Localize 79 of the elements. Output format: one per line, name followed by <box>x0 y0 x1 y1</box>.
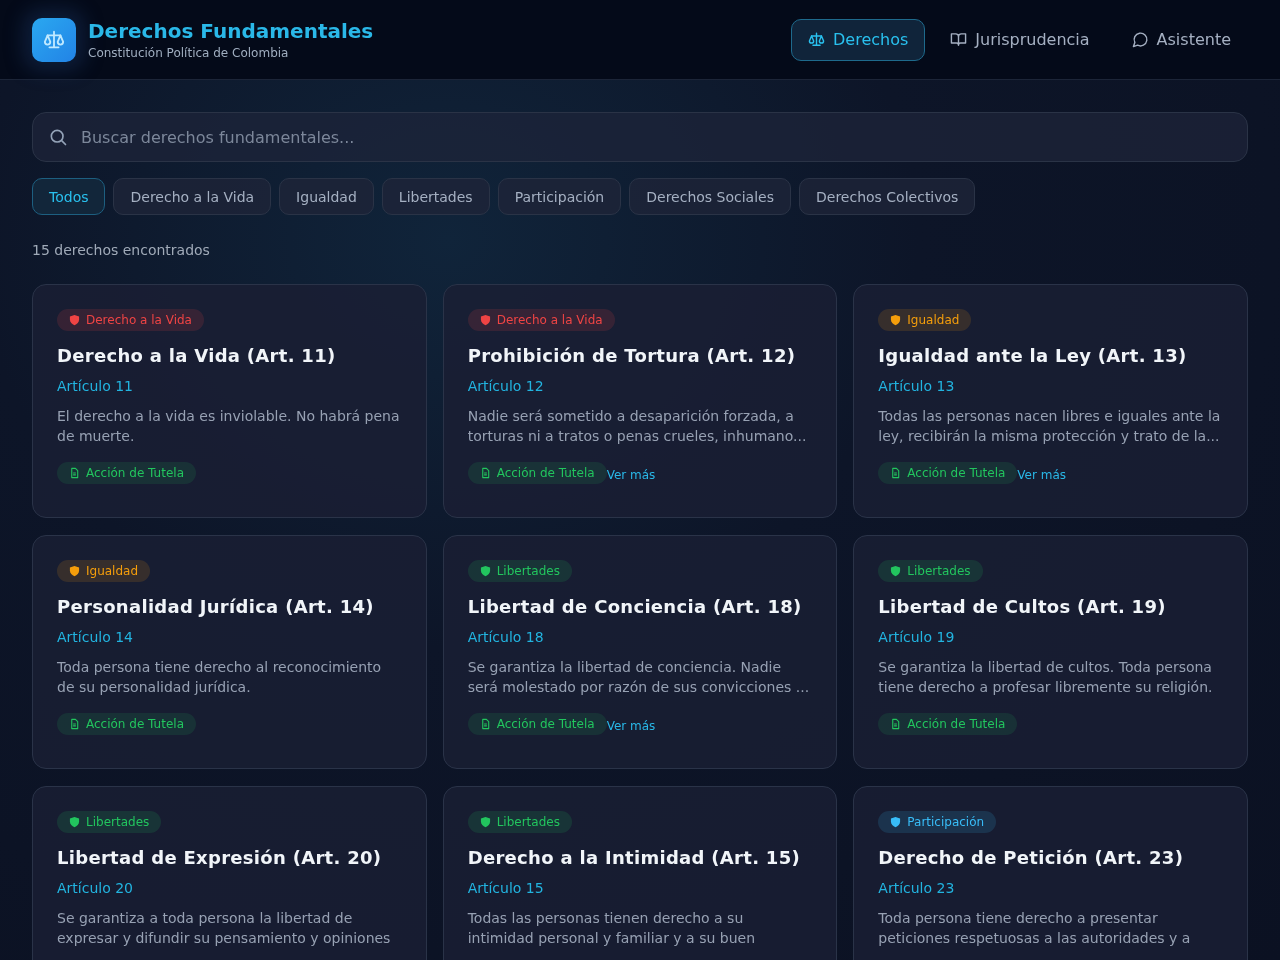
right-card[interactable]: Libertades Libertad de Cultos (Art. 19) Artículo 19 Se garantiza la libertad de cultos. Toda persona tiene derecho a profesar libremente su religión. Acción de Tutela <box>853 535 1248 769</box>
article-number: Artículo 12 <box>467 378 544 394</box>
right-card[interactable]: Libertades Derecho a la Intimidad (Art. 15) Artículo 15 Todas las personas tienen derecho a su intimidad personal y familiar y a su buen <box>442 786 838 960</box>
category-tag: Igualdad <box>878 309 972 331</box>
search-field[interactable]: Buscar derechos fundamentales... <box>32 112 1248 162</box>
card-title: Prohibición de Tortura (Art. 12) <box>467 345 796 366</box>
document-icon <box>479 467 491 479</box>
right-card[interactable]: Igualdad Igualdad ante la Ley (Art. 13) Artículo 13 Todas las personas nacen libres e iguales ante la ley, recibirán la misma protección y trato de la... Acción de Tutela Ver más <box>853 284 1248 518</box>
nav-tab[interactable]: Asistente <box>1114 18 1248 61</box>
filter-chip[interactable]: Todos <box>32 178 106 215</box>
filter-chip[interactable]: Derechos Sociales <box>629 178 791 215</box>
card-description: Nadie será sometido a desaparición forzada, a torturas ni a tratos o penas crueles, inhumano... <box>467 407 808 446</box>
app-subtitle: Constitución Política de Colombia <box>88 46 290 60</box>
category-tag: Igualdad <box>57 560 151 582</box>
see-more-link[interactable]: Ver más <box>606 464 656 482</box>
document-icon <box>890 718 902 730</box>
see-more-link[interactable]: Ver más <box>606 715 656 733</box>
card-title: Libertad de Conciencia (Art. 18) <box>467 596 802 617</box>
filter-chip[interactable]: Derechos Colectivos <box>799 178 976 215</box>
category-tag: Libertades <box>467 811 572 833</box>
right-card[interactable]: Participación Derecho de Petición (Art. 23) Artículo 23 Toda persona tiene derecho a presentar peticiones respetuosas a las autoridades y a <box>853 786 1248 960</box>
card-title: Libertad de Cultos (Art. 19) <box>878 596 1166 617</box>
app-title: Derechos Fundamentales <box>88 19 374 43</box>
card-title: Libertad de Expresión (Art. 20) <box>57 847 382 868</box>
tutela-badge: Acción de Tutela <box>878 462 1018 484</box>
article-number: Artículo 23 <box>878 880 955 896</box>
article-number: Artículo 13 <box>878 378 955 394</box>
article-number: Artículo 15 <box>467 880 544 896</box>
scales-logo-icon <box>32 17 76 62</box>
card-description: Todas las personas tienen derecho a su intimidad personal y familiar y a su buen <box>467 909 756 948</box>
category-tag: Derecho a la Vida <box>57 309 204 331</box>
article-number: Artículo 14 <box>57 629 133 645</box>
card-description: Se garantiza la libertad de cultos. Toda persona tiene derecho a profesar libremente su religión. <box>878 658 1214 697</box>
result-count: 15 derechos encontrados <box>32 242 211 258</box>
filter-chip[interactable]: Libertades <box>381 178 490 215</box>
right-card[interactable]: Derecho a la Vida Prohibición de Tortura (Art. 12) Artículo 12 Nadie será sometido a desaparición forzada, a torturas ni a tratos o penas crueles, inhumano... Acción de Tutela Ver más <box>442 284 838 518</box>
document-icon <box>69 467 80 479</box>
filter-chip[interactable]: Participación <box>497 178 622 215</box>
scales-icon <box>808 31 825 48</box>
document-icon <box>890 467 902 479</box>
card-title: Derecho a la Intimidad (Art. 15) <box>467 847 801 868</box>
tutela-badge: Acción de Tutela <box>467 713 607 735</box>
category-tag: Libertades <box>467 560 572 582</box>
article-number: Artículo 18 <box>467 629 544 645</box>
see-more-link[interactable]: Ver más <box>1017 464 1067 482</box>
card-title: Personalidad Jurídica (Art. 14) <box>57 596 374 617</box>
category-tag: Libertades <box>878 560 983 582</box>
tutela-badge: Acción de Tutela <box>57 462 196 484</box>
nav-tab[interactable]: Derechos <box>791 18 926 61</box>
right-card[interactable]: Libertades Libertad de Expresión (Art. 20) Artículo 20 Se garantiza a toda persona la libertad de expresar y difundir su pensamiento y opiniones <box>32 786 427 960</box>
article-number: Artículo 11 <box>57 378 133 394</box>
card-description: Toda persona tiene derecho al reconocimiento de su personalidad jurídica. <box>57 658 383 697</box>
card-description: Todas las personas nacen libres e iguales ante la ley, recibirán la misma protección y trato de la... <box>878 407 1222 446</box>
category-tag: Participación <box>878 811 997 833</box>
book-icon <box>950 31 968 48</box>
card-description: Se garantiza la libertad de conciencia. Nadie será molestado por razón de sus convicciones ... <box>467 658 811 697</box>
article-number: Artículo 20 <box>57 880 133 896</box>
filter-chip[interactable]: Igualdad <box>279 178 374 215</box>
right-card[interactable]: Derecho a la Vida Derecho a la Vida (Art. 11) Artículo 11 El derecho a la vida es inviolable. No habrá pena de muerte. Acción de Tutela <box>32 284 427 518</box>
article-number: Artículo 19 <box>878 629 955 645</box>
filter-chip[interactable]: Derecho a la Vida <box>113 178 272 215</box>
category-tag: Derecho a la Vida <box>467 309 615 331</box>
tutela-badge: Acción de Tutela <box>878 713 1018 735</box>
chat-bubble-icon <box>1131 31 1149 48</box>
category-tag: Libertades <box>57 811 162 833</box>
document-icon <box>69 718 80 730</box>
tutela-badge: Acción de Tutela <box>57 713 196 735</box>
card-description: Se garantiza a toda persona la libertad de expresar y difundir su pensamiento y opiniones <box>57 909 392 948</box>
card-title: Derecho a la Vida (Art. 11) <box>57 345 336 366</box>
right-card[interactable]: Igualdad Personalidad Jurídica (Art. 14) Artículo 14 Toda persona tiene derecho al reconocimiento de su personalidad jurídica. Acción de Tutela <box>32 535 427 769</box>
card-title: Derecho de Petición (Art. 23) <box>878 847 1184 868</box>
card-title: Igualdad ante la Ley (Art. 13) <box>878 345 1187 366</box>
right-card[interactable]: Libertades Libertad de Conciencia (Art. 18) Artículo 18 Se garantiza la libertad de conciencia. Nadie será molestado por razón de sus convicciones ... Acción de Tutela Ver más <box>442 535 838 769</box>
document-icon <box>479 718 491 730</box>
tutela-badge: Acción de Tutela <box>467 462 607 484</box>
search-icon <box>48 127 68 147</box>
nav-tab[interactable]: Jurisprudencia <box>933 18 1107 61</box>
card-description: El derecho a la vida es inviolable. No habrá pena de muerte. <box>57 407 401 446</box>
card-description: Toda persona tiene derecho a presentar peticiones respetuosas a las autoridades y a <box>878 909 1192 948</box>
